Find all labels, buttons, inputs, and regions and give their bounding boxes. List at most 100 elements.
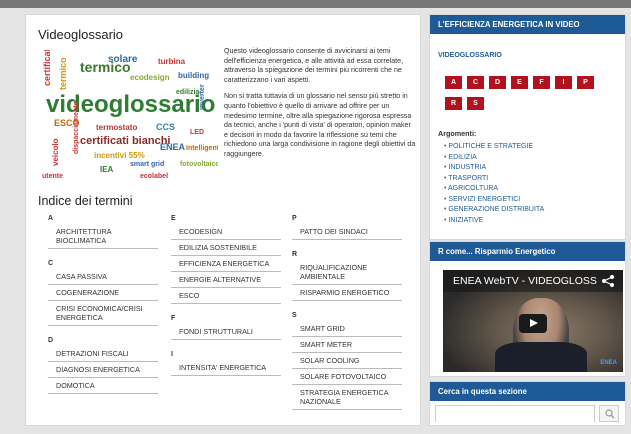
video-player[interactable]: ENEA WebTV - VIDEOGLOSS ENEA	[443, 270, 623, 372]
index-term-link[interactable]: EFFICIENZA ENERGETICA	[171, 256, 281, 272]
cloud-word: LED	[190, 129, 204, 136]
index-column: P PATTO DEI SINDACI R RIQUALIFICAZIONE AMBI…	[292, 214, 402, 410]
index-term-link[interactable]: DOMOTICA	[48, 378, 158, 394]
cloud-word: termico	[58, 57, 68, 90]
search-button[interactable]	[599, 405, 619, 422]
letter-buttons: A C D E F I P R S	[445, 71, 617, 113]
letter-button[interactable]: A	[445, 76, 462, 89]
index-term-link[interactable]: SOLAR COOLING	[292, 353, 402, 369]
enea-badge: ENEA	[600, 360, 617, 366]
arg-link[interactable]: GENERAZIONE DISTRIBUITA	[444, 205, 544, 216]
share-icon[interactable]	[601, 274, 615, 288]
arg-link[interactable]: TRASPORTI	[444, 174, 544, 185]
index-letter: C	[48, 260, 54, 267]
cloud-word: turbina	[158, 57, 186, 66]
cloud-word: certificati bianchi	[42, 50, 52, 86]
top-bar	[0, 0, 631, 8]
description: Questo videoglossario consente di avvici…	[224, 47, 416, 167]
index-term-link[interactable]: RIQUALIFICAZIONE AMBIENTALE	[292, 260, 402, 285]
index-term-link[interactable]: SMART METER	[292, 337, 402, 353]
letter-button[interactable]: E	[511, 76, 528, 89]
arg-link[interactable]: EDILIZIA	[444, 153, 544, 164]
cloud-word: inverter	[199, 84, 206, 110]
description-paragraph: Questo videoglossario consente di avvici…	[224, 47, 404, 84]
videoglossario-subtitle: VIDEOGLOSSARIO	[438, 52, 502, 59]
index-column: E ECODESIGN EDILIZIA SOSTENIBILE EFFICIENZA…	[171, 214, 281, 376]
index-letter: I	[171, 351, 173, 358]
cloud-word: ecodesign	[130, 73, 170, 82]
index-letter: R	[292, 251, 298, 258]
cloud-word: IEA	[100, 165, 114, 174]
index-letter: E	[171, 215, 176, 222]
cloud-word: CCS	[156, 122, 175, 132]
index-term-link[interactable]: COGENERAZIONE	[48, 285, 158, 301]
sidebar-featured-video: R come... Risparmio Energetico ENEA WebT…	[429, 241, 626, 377]
index-term-link[interactable]: CASA PASSIVA	[48, 269, 158, 285]
search-field-wrapper	[435, 405, 595, 425]
page-title: Videoglossario	[38, 27, 124, 42]
cloud-word: fotovoltaico	[180, 161, 218, 168]
main-content: Videoglossario certificati bianchi termi…	[25, 14, 421, 426]
args-list: POLITICHE E STRATEGIEEDILIZIAINDUSTRIATR…	[444, 142, 544, 226]
letter-button[interactable]: S	[467, 97, 484, 110]
arg-link[interactable]: INIZIATIVE	[444, 216, 544, 227]
cloud-word: edilizia	[176, 89, 199, 96]
letter-button[interactable]: C	[467, 76, 484, 89]
video-title[interactable]: ENEA WebTV - VIDEOGLOSS	[453, 275, 597, 287]
index-term-link[interactable]: EDILIZIA SOSTENIBILE	[171, 240, 281, 256]
index-column: A ARCHITETTURA BIOCLIMATICA C CASA PASSIVA C…	[48, 214, 158, 394]
sidebar-header: L'EFFICIENZA ENERGETICA IN VIDEO	[430, 15, 625, 34]
cloud-word: utente	[42, 173, 63, 180]
description-paragraph: Non si tratta tuttavia di un glossario n…	[224, 92, 416, 158]
search-icon	[605, 409, 615, 419]
index-term-link[interactable]: ARCHITETTURA BIOCLIMATICA	[48, 224, 158, 249]
arg-link[interactable]: INDUSTRIA	[444, 163, 544, 174]
index-term-link[interactable]: STRATEGIA ENERGETICA NAZIONALE	[292, 385, 402, 410]
args-label: Argomenti:	[438, 129, 477, 138]
index-term-link[interactable]: ECODESIGN	[171, 224, 281, 240]
search-header: Cerca in questa sezione	[430, 382, 625, 401]
cloud-word: veicolo	[51, 138, 60, 166]
index-term-link[interactable]: DIAGNOSI ENERGETICA	[48, 362, 158, 378]
video-box-header: R come... Risparmio Energetico	[430, 242, 625, 261]
index-term-link[interactable]: ENERGIE ALTERNATIVE	[171, 272, 281, 288]
word-cloud-image: certificati bianchi termico termico sola…	[42, 50, 218, 180]
cloud-word: dispacciamento	[73, 101, 80, 154]
letter-button[interactable]: F	[533, 76, 550, 89]
index-term-link[interactable]: ESCO	[171, 288, 281, 304]
cloud-word: ecolabel	[140, 173, 168, 180]
letter-button[interactable]: P	[577, 76, 594, 89]
sidebar-video-box: L'EFFICIENZA ENERGETICA IN VIDEO VIDEOGL…	[429, 14, 626, 240]
index-term-link[interactable]: SMART GRID	[292, 321, 402, 337]
letter-button[interactable]: D	[489, 76, 506, 89]
index-letter: D	[48, 337, 54, 344]
cloud-word: building	[178, 71, 209, 80]
cloud-word: Intelligent	[186, 145, 218, 152]
cloud-word: smart grid	[130, 161, 164, 168]
arg-link[interactable]: AGRICOLTURA	[444, 184, 544, 195]
index-term-link[interactable]: SOLARE FOTOVOLTAICO	[292, 369, 402, 385]
sidebar-search-box: Cerca in questa sezione	[429, 381, 626, 426]
index-term-link[interactable]: RISPARMIO ENERGETICO	[292, 285, 402, 301]
index-term-link[interactable]: DETRAZIONI FISCALI	[48, 346, 158, 362]
cloud-word: termostato	[96, 123, 137, 132]
index-title: Indice dei termini	[38, 194, 133, 208]
arg-link[interactable]: POLITICHE E STRATEGIE	[444, 142, 544, 153]
index-letter: F	[171, 315, 176, 322]
search-input[interactable]	[436, 410, 594, 425]
play-button[interactable]	[519, 314, 547, 333]
index-term-link[interactable]: INTENSITA' ENERGETICA	[171, 360, 281, 376]
cloud-word: ENEA	[160, 142, 186, 152]
index-term-link[interactable]: FONDI STRUTTURALI	[171, 324, 281, 340]
index-letter: S	[292, 312, 297, 319]
index-term-link[interactable]: CRISI ECONOMICA/CRISI ENERGETICA	[48, 301, 158, 326]
video-person-suit	[495, 342, 587, 372]
cloud-word: certificati bianchi	[80, 135, 170, 147]
index-letter: A	[48, 215, 54, 222]
arg-link[interactable]: SERVIZI ENERGETICI	[444, 195, 544, 206]
letter-button[interactable]: I	[555, 76, 572, 89]
letter-button[interactable]: R	[445, 97, 462, 110]
index-letter: P	[292, 215, 297, 222]
cloud-word: solare	[108, 54, 138, 65]
index-term-link[interactable]: PATTO DEI SINDACI	[292, 224, 402, 240]
